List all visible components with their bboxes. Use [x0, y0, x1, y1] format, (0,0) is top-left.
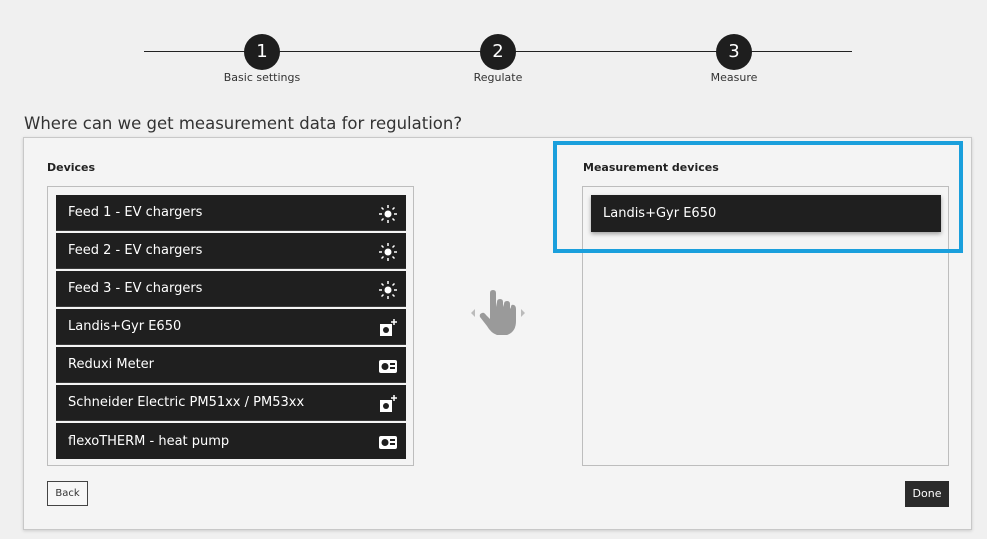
device-item-label: Feed 1 - EV chargers: [68, 205, 203, 220]
sun-icon: [379, 281, 397, 299]
device-item-schneider[interactable]: Schneider Electric PM51xx / PM53xx: [56, 385, 406, 421]
device-item-feed-1[interactable]: Feed 1 - EV chargers: [56, 195, 406, 231]
devices-list: Feed 1 - EV chargers Feed 2 - EV charger…: [47, 186, 414, 466]
device-item-flexotherm[interactable]: flexoTHERM - heat pump: [56, 423, 406, 459]
step-number: 3: [716, 34, 752, 70]
energy-meter-icon: [379, 360, 397, 373]
device-item-label: Reduxi Meter: [68, 357, 155, 372]
highlight-frame: [553, 141, 963, 253]
device-item-reduxi-meter[interactable]: Reduxi Meter: [56, 347, 406, 383]
device-item-label: Feed 3 - EV chargers: [68, 281, 203, 296]
back-button[interactable]: Back: [47, 481, 88, 506]
progress-stepper: 1 Basic settings 2 Regulate 3 Measure: [0, 0, 987, 100]
sun-icon: [379, 205, 397, 223]
step-label: Basic settings: [223, 71, 301, 84]
device-item-landis-gyr[interactable]: Landis+Gyr E650: [56, 309, 406, 345]
meter-plus-icon: [380, 395, 397, 412]
device-item-label: flexoTHERM - heat pump: [68, 433, 230, 449]
device-item-label: Schneider Electric PM51xx / PM53xx: [68, 395, 305, 410]
device-item-label: Feed 2 - EV chargers: [68, 243, 203, 258]
device-item-feed-2[interactable]: Feed 2 - EV chargers: [56, 233, 406, 269]
step-measure: 3 Measure: [674, 34, 794, 84]
device-item-feed-3[interactable]: Feed 3 - EV chargers: [56, 271, 406, 307]
meter-plus-icon: [380, 319, 397, 336]
sun-icon: [379, 243, 397, 261]
step-regulate: 2 Regulate: [438, 34, 558, 84]
done-button[interactable]: Done: [905, 481, 949, 507]
step-label: Regulate: [473, 71, 523, 84]
page-question: Where can we get measurement data for re…: [24, 114, 463, 133]
step-label: Measure: [710, 71, 758, 84]
step-number: 1: [244, 34, 280, 70]
energy-meter-icon: [379, 436, 397, 449]
step-number: 2: [480, 34, 516, 70]
device-item-label: Landis+Gyr E650: [68, 319, 182, 334]
drag-hand-icon: [471, 290, 525, 335]
devices-title: Devices: [47, 161, 96, 174]
step-basic-settings: 1 Basic settings: [202, 34, 322, 84]
